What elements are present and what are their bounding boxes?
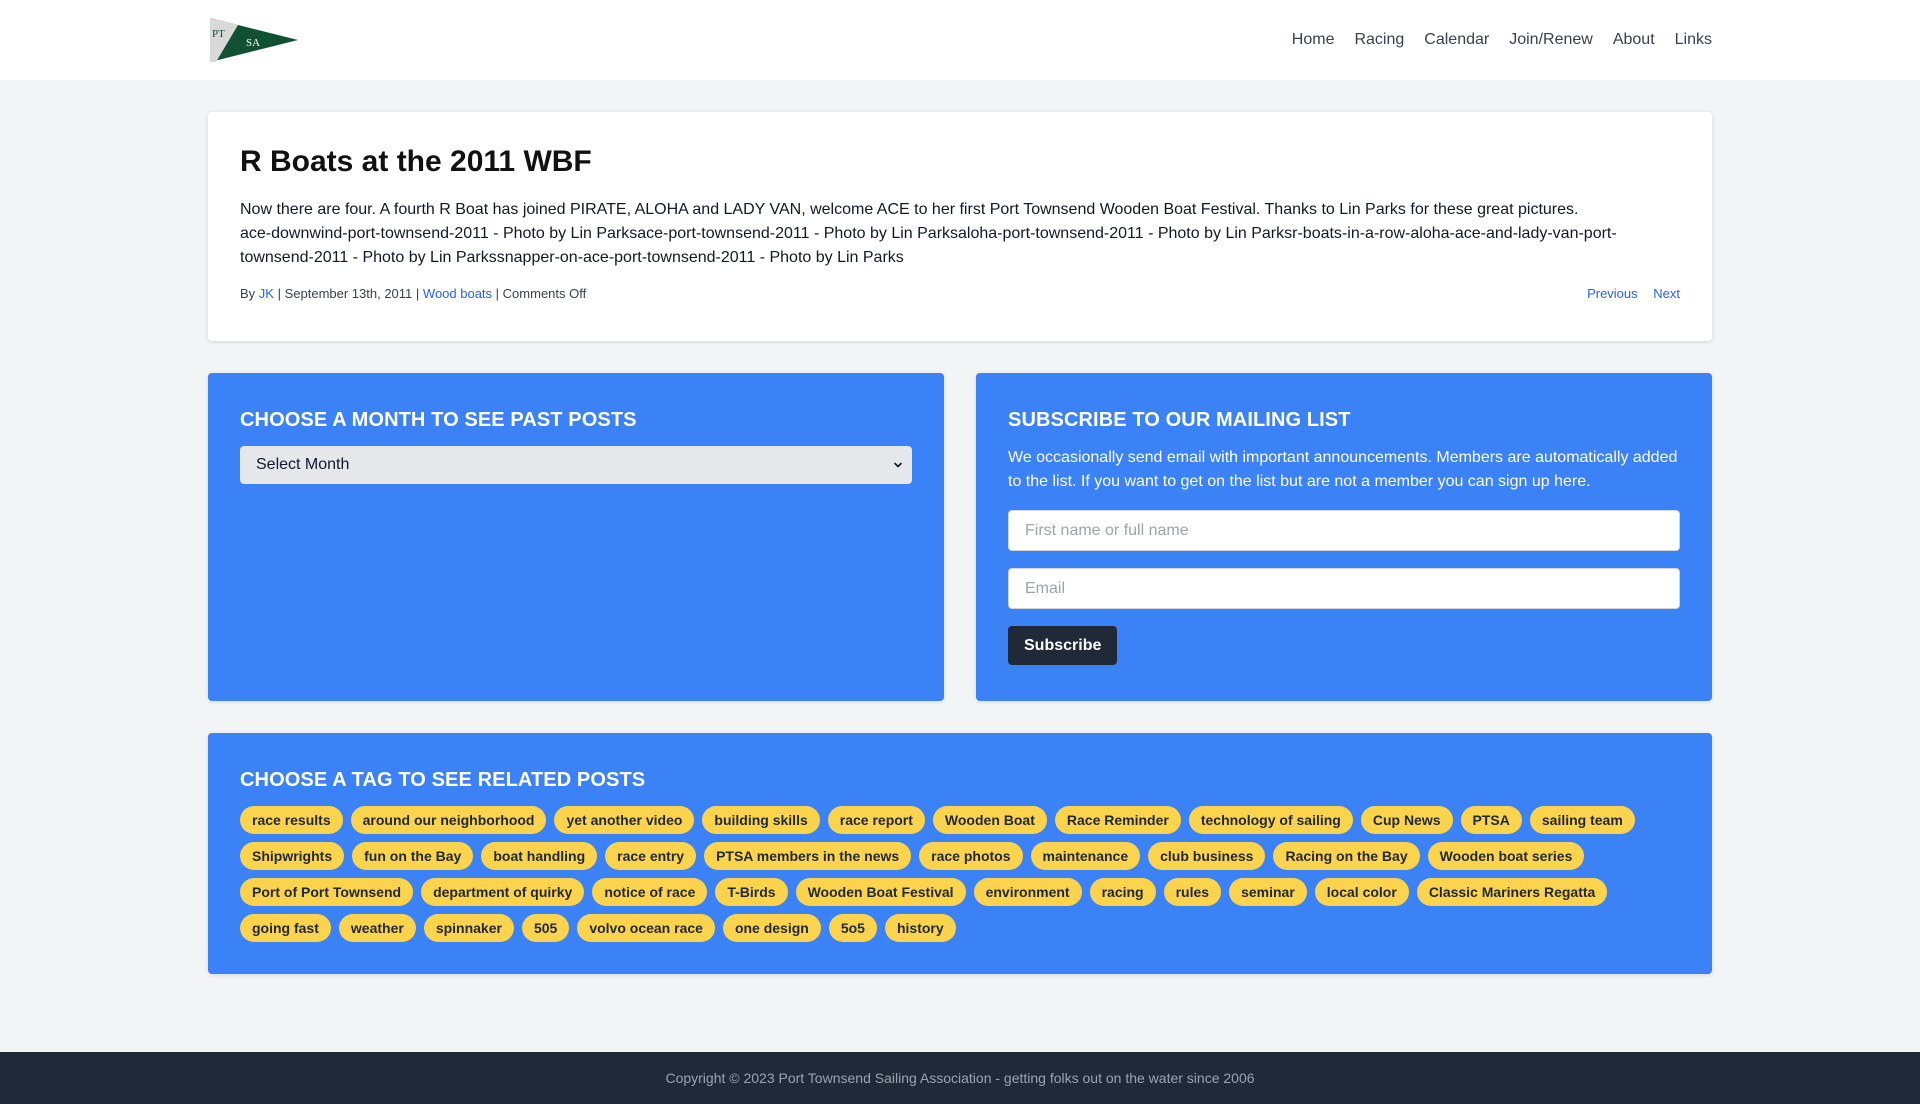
chevron-down-icon — [894, 462, 902, 468]
nav-about[interactable]: About — [1613, 31, 1655, 49]
logo-letters-top: PT — [212, 28, 225, 40]
post-title: R Boats at the 2011 WBF — [240, 145, 592, 178]
tag-pill[interactable]: club business — [1148, 842, 1266, 870]
tag-pill[interactable]: boat handling — [481, 842, 598, 870]
tag-pill[interactable]: Port of Port Townsend — [240, 878, 414, 906]
main-nav: Home Racing Calendar Join/Renew About Li… — [1292, 31, 1712, 49]
tag-pill[interactable]: Classic Mariners Regatta — [1416, 878, 1608, 906]
post-body: Now there are four. A fourth R Boat has … — [240, 198, 1680, 270]
tag-pill[interactable]: PTSA — [1460, 806, 1522, 834]
tag-pill[interactable]: 505 — [521, 914, 570, 942]
nav-join-renew[interactable]: Join/Renew — [1509, 31, 1593, 49]
tag-pill[interactable]: race entry — [605, 842, 697, 870]
main-content: R Boats at the 2011 WBF Now there are fo… — [208, 112, 1712, 974]
nav-home[interactable]: Home — [1292, 31, 1335, 49]
subscribe-button[interactable]: Subscribe — [1008, 626, 1118, 665]
tag-pill[interactable]: local color — [1314, 878, 1409, 906]
tag-pill[interactable]: one design — [722, 914, 821, 942]
widgets-row: Choose a month to see past posts Select … — [208, 373, 1712, 701]
tag-pill[interactable]: going fast — [240, 914, 331, 942]
nav-calendar[interactable]: Calendar — [1424, 31, 1489, 49]
tag-pill[interactable]: 5o5 — [828, 914, 877, 942]
tag-pill[interactable]: race photos — [919, 842, 1023, 870]
tag-pill[interactable]: racing — [1089, 878, 1156, 906]
tag-pill[interactable]: Cup News — [1360, 806, 1453, 834]
tag-pill[interactable]: Race Reminder — [1054, 806, 1181, 834]
tag-pill[interactable]: race report — [827, 806, 925, 834]
subscribe-description: We occasionally send email with importan… — [1008, 449, 1678, 490]
comments-status: Comments Off — [502, 286, 587, 301]
tag-pill[interactable]: volvo ocean race — [577, 914, 715, 942]
tags-widget: Choose a tag to see related posts race r… — [208, 733, 1712, 974]
tags-widget-title: Choose a tag to see related posts — [240, 769, 646, 791]
tag-pill[interactable]: technology of sailing — [1188, 806, 1353, 834]
nav-racing[interactable]: Racing — [1354, 31, 1404, 49]
tag-pill[interactable]: maintenance — [1030, 842, 1141, 870]
tag-pill[interactable]: Racing on the Bay — [1273, 842, 1420, 870]
tag-pill[interactable]: history — [884, 914, 956, 942]
subscribe-widget-title: Subscribe to our mailing list — [1008, 409, 1351, 431]
post-card: R Boats at the 2011 WBF Now there are fo… — [208, 112, 1712, 341]
logo-letters-bottom: SA — [246, 37, 260, 49]
tag-pill[interactable]: Shipwrights — [240, 842, 345, 870]
post-photo-captions: ace-downwind-port-townsend-2011 - Photo … — [240, 225, 1617, 266]
nav-links[interactable]: Links — [1675, 31, 1712, 49]
post-paragraph: Now there are four. A fourth R Boat has … — [240, 201, 1579, 218]
copyright-text: Copyright © 2023 Port Townsend Sailing A… — [665, 1070, 1255, 1086]
email-field[interactable] — [1008, 568, 1680, 609]
tag-pill[interactable]: spinnaker — [423, 914, 514, 942]
tag-pill[interactable]: Wooden Boat Festival — [795, 878, 966, 906]
category-link[interactable]: Wood boats — [423, 286, 492, 301]
tag-pill[interactable]: Wooden Boat — [932, 806, 1047, 834]
name-field[interactable] — [1008, 510, 1680, 551]
tag-pill[interactable]: fun on the Bay — [352, 842, 474, 870]
tag-pill[interactable]: T-Birds — [715, 878, 788, 906]
archive-widget: Choose a month to see past posts Select … — [208, 373, 944, 701]
post-date: September 13th, 2011 — [284, 286, 413, 301]
tag-pill[interactable]: around our neighborhood — [350, 806, 547, 834]
meta-by-label: By — [240, 286, 256, 301]
tag-pill[interactable]: rules — [1163, 878, 1222, 906]
tag-pill[interactable]: notice of race — [592, 878, 708, 906]
month-select[interactable]: Select Month — [240, 446, 912, 484]
archive-widget-title: Choose a month to see past posts — [240, 409, 637, 431]
post-meta: By JK | September 13th, 2011 | Wood boat… — [240, 286, 1680, 301]
tag-pill[interactable]: PTSA members in the news — [704, 842, 912, 870]
tag-pill[interactable]: seminar — [1229, 878, 1307, 906]
tag-pill[interactable]: department of quirky — [421, 878, 585, 906]
site-header: PT SA Home Racing Calendar Join/Renew Ab… — [0, 0, 1920, 80]
post-navigation: Previous Next — [1575, 286, 1680, 301]
tag-pill[interactable]: Wooden boat series — [1427, 842, 1585, 870]
post-meta-info: By JK | September 13th, 2011 | Wood boat… — [240, 286, 587, 301]
site-footer: Copyright © 2023 Port Townsend Sailing A… — [0, 1052, 1920, 1104]
tag-pill[interactable]: race results — [240, 806, 343, 834]
tag-pill[interactable]: environment — [973, 878, 1082, 906]
subscribe-widget: Subscribe to our mailing list We occasio… — [976, 373, 1712, 701]
author-link[interactable]: JK — [259, 286, 274, 301]
previous-post-link[interactable]: Previous — [1587, 286, 1638, 301]
month-select-value: Select Month — [256, 456, 350, 473]
next-post-link[interactable]: Next — [1653, 286, 1680, 301]
tag-cloud: race results around our neighborhood yet a… — [240, 806, 1680, 942]
tag-pill[interactable]: building skills — [702, 806, 820, 834]
tag-pill[interactable]: sailing team — [1529, 806, 1635, 834]
tag-pill[interactable]: weather — [338, 914, 416, 942]
tag-pill[interactable]: yet another video — [554, 806, 695, 834]
ptsa-burgee-logo[interactable]: PT SA — [208, 15, 300, 65]
